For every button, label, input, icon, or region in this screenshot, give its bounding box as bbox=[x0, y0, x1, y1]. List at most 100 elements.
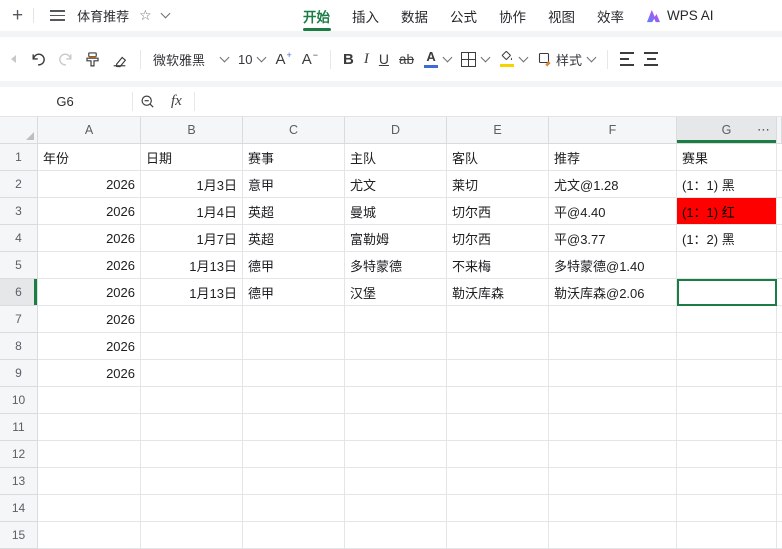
cell-e2[interactable]: 莱切 bbox=[447, 171, 549, 198]
cell-f13[interactable] bbox=[549, 468, 677, 495]
cell-g1[interactable]: 赛果 bbox=[677, 144, 777, 171]
cell-b9[interactable] bbox=[141, 360, 243, 387]
cell-c6[interactable]: 德甲 bbox=[243, 279, 345, 306]
col-header-c[interactable]: C bbox=[243, 117, 345, 144]
cell-h7[interactable] bbox=[777, 306, 782, 333]
col-header-g[interactable]: G ⋯ bbox=[677, 117, 777, 144]
cell-g10[interactable] bbox=[677, 387, 777, 414]
col-header-a[interactable]: A bbox=[38, 117, 141, 144]
format-painter-button[interactable] bbox=[84, 51, 101, 68]
cell-h3[interactable] bbox=[777, 198, 782, 225]
cell-f10[interactable] bbox=[549, 387, 677, 414]
more-columns-icon[interactable]: ⋯ bbox=[757, 122, 771, 138]
cell-f1[interactable]: 推荐 bbox=[549, 144, 677, 171]
align-left-button[interactable] bbox=[620, 50, 635, 67]
formula-input[interactable] bbox=[197, 87, 782, 116]
tab-view[interactable]: 视图 bbox=[548, 0, 575, 31]
cell-d10[interactable] bbox=[345, 387, 447, 414]
cell-h13[interactable] bbox=[777, 468, 782, 495]
cell-g9[interactable] bbox=[677, 360, 777, 387]
cell-f14[interactable] bbox=[549, 495, 677, 522]
styles-button[interactable]: 样式 bbox=[537, 50, 597, 69]
cell-c4[interactable]: 英超 bbox=[243, 225, 345, 252]
cell-h9[interactable] bbox=[777, 360, 782, 387]
cell-f9[interactable] bbox=[549, 360, 677, 387]
cell-a14[interactable] bbox=[38, 495, 141, 522]
underline-button[interactable]: U bbox=[379, 51, 389, 67]
cell-g5[interactable] bbox=[677, 252, 777, 279]
cell-f2[interactable]: 尤文@1.28 bbox=[549, 171, 677, 198]
cell-b7[interactable] bbox=[141, 306, 243, 333]
row-header-14[interactable]: 14 bbox=[0, 495, 38, 522]
cell-d9[interactable] bbox=[345, 360, 447, 387]
cell-c11[interactable] bbox=[243, 414, 345, 441]
cell-h10[interactable] bbox=[777, 387, 782, 414]
row-header-1[interactable]: 1 bbox=[0, 144, 38, 171]
cell-g13[interactable] bbox=[677, 468, 777, 495]
cell-g15[interactable] bbox=[677, 522, 777, 549]
cell-e1[interactable]: 客队 bbox=[447, 144, 549, 171]
cell-h11[interactable] bbox=[777, 414, 782, 441]
doc-title-chevron-icon[interactable] bbox=[160, 8, 171, 19]
cell-c5[interactable]: 德甲 bbox=[243, 252, 345, 279]
cell-c14[interactable] bbox=[243, 495, 345, 522]
cell-h8[interactable] bbox=[777, 333, 782, 360]
zoom-out-button[interactable] bbox=[140, 94, 156, 110]
cell-g7[interactable] bbox=[677, 306, 777, 333]
tab-formulas[interactable]: 公式 bbox=[450, 0, 477, 31]
clear-format-button[interactable] bbox=[111, 51, 128, 68]
cell-g12[interactable] bbox=[677, 441, 777, 468]
cell-b10[interactable] bbox=[141, 387, 243, 414]
row-header-7[interactable]: 7 bbox=[0, 306, 38, 333]
cell-g14[interactable] bbox=[677, 495, 777, 522]
cell-b13[interactable] bbox=[141, 468, 243, 495]
new-tab-button[interactable]: + bbox=[12, 5, 23, 27]
tab-collaborate[interactable]: 协作 bbox=[499, 0, 526, 31]
cell-d5[interactable]: 多特蒙德 bbox=[345, 252, 447, 279]
row-header-10[interactable]: 10 bbox=[0, 387, 38, 414]
font-color-button[interactable]: A bbox=[424, 50, 453, 68]
cell-a13[interactable] bbox=[38, 468, 141, 495]
cell-h15[interactable] bbox=[777, 522, 782, 549]
cell-a10[interactable] bbox=[38, 387, 141, 414]
cell-f6[interactable]: 勒沃库森@2.06 bbox=[549, 279, 677, 306]
row-header-8[interactable]: 8 bbox=[0, 333, 38, 360]
italic-button[interactable]: I bbox=[364, 51, 369, 68]
cell-h1[interactable] bbox=[777, 144, 782, 171]
cell-f11[interactable] bbox=[549, 414, 677, 441]
chevron-down-icon[interactable] bbox=[480, 52, 491, 62]
col-header-f[interactable]: F bbox=[549, 117, 677, 144]
row-header-15[interactable]: 15 bbox=[0, 522, 38, 549]
cell-g11[interactable] bbox=[677, 414, 777, 441]
row-header-2[interactable]: 2 bbox=[0, 171, 38, 198]
tab-home[interactable]: 开始 bbox=[302, 0, 331, 31]
cell-g3-red[interactable]: (1：1) 红 bbox=[677, 198, 777, 225]
col-header-b[interactable]: B bbox=[141, 117, 243, 144]
cell-e9[interactable] bbox=[447, 360, 549, 387]
borders-button[interactable] bbox=[461, 51, 491, 67]
cell-a2[interactable]: 2026 bbox=[38, 171, 141, 198]
cell-g4[interactable]: (1：2) 黑 bbox=[677, 225, 777, 252]
cell-a3[interactable]: 2026 bbox=[38, 198, 141, 225]
cell-e13[interactable] bbox=[447, 468, 549, 495]
cell-b2[interactable]: 1月3日 bbox=[141, 171, 243, 198]
cell-a11[interactable] bbox=[38, 414, 141, 441]
cell-f5[interactable]: 多特蒙德@1.40 bbox=[549, 252, 677, 279]
cell-f8[interactable] bbox=[549, 333, 677, 360]
strikethrough-button[interactable]: ab bbox=[399, 52, 414, 67]
cell-b15[interactable] bbox=[141, 522, 243, 549]
col-header-e[interactable]: E bbox=[447, 117, 549, 144]
cell-a15[interactable] bbox=[38, 522, 141, 549]
cell-e10[interactable] bbox=[447, 387, 549, 414]
cell-d12[interactable] bbox=[345, 441, 447, 468]
row-header-9[interactable]: 9 bbox=[0, 360, 38, 387]
cell-a12[interactable] bbox=[38, 441, 141, 468]
cell-e4[interactable]: 切尔西 bbox=[447, 225, 549, 252]
cell-d11[interactable] bbox=[345, 414, 447, 441]
row-header-12[interactable]: 12 bbox=[0, 441, 38, 468]
cell-b14[interactable] bbox=[141, 495, 243, 522]
name-box[interactable]: G6 bbox=[0, 94, 130, 109]
cell-f3[interactable]: 平@4.40 bbox=[549, 198, 677, 225]
tab-wps-ai[interactable]: WPS AI bbox=[646, 8, 714, 23]
cell-c2[interactable]: 意甲 bbox=[243, 171, 345, 198]
